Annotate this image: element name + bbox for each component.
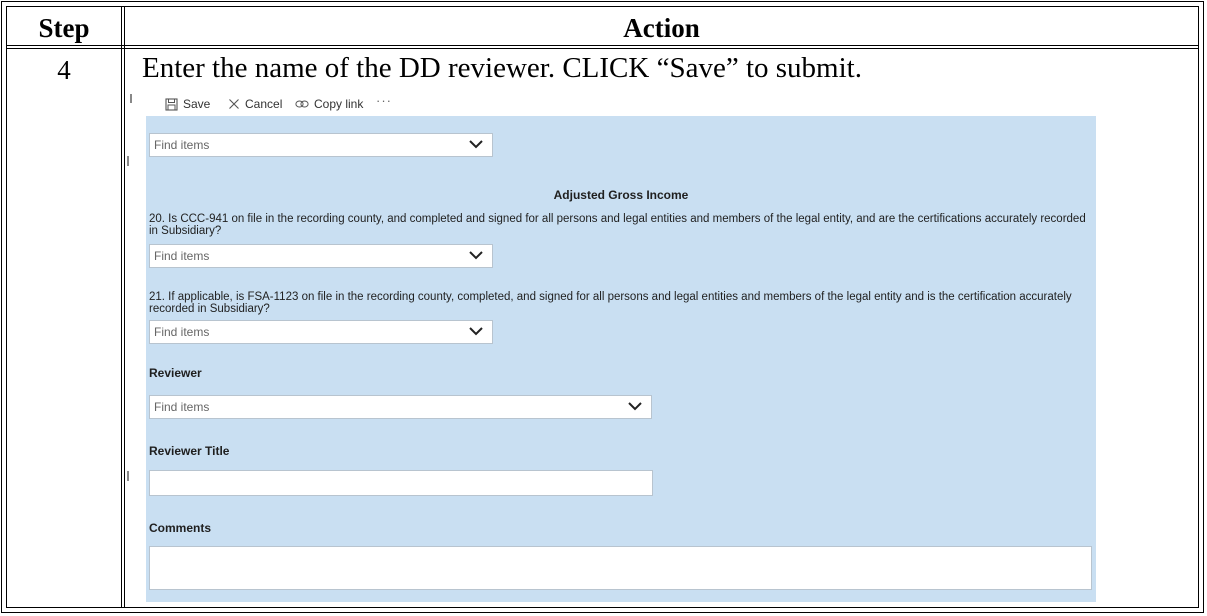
reviewer-title-label: Reviewer Title: [149, 444, 230, 458]
reviewer-title-field[interactable]: [149, 470, 653, 496]
question-21-dropdown[interactable]: Find items: [149, 320, 493, 344]
top-dropdown-placeholder: Find items: [154, 138, 210, 152]
chevron-down-icon: [628, 402, 642, 411]
copy-link-label: Copy link: [314, 97, 364, 111]
more-icon: ···: [376, 93, 392, 108]
chevron-down-icon: [469, 251, 483, 260]
embedded-form-screenshot: Save Cancel Copy link ··· Find items Adj…: [125, 86, 1097, 602]
save-button[interactable]: Save: [165, 97, 210, 111]
cancel-icon: [229, 99, 239, 109]
save-label: Save: [183, 97, 211, 111]
question-20-placeholder: Find items: [154, 249, 210, 263]
reviewer-label: Reviewer: [149, 366, 202, 380]
chevron-down-icon: [469, 327, 483, 336]
header-action: Action: [623, 13, 700, 43]
save-icon: [165, 97, 178, 111]
comments-field[interactable]: [149, 546, 1092, 590]
step-number: 4: [57, 55, 71, 85]
section-title: Adjusted Gross Income: [553, 188, 689, 202]
reviewer-dropdown[interactable]: Find items: [149, 395, 652, 419]
side-tick: [127, 156, 129, 166]
side-tick: [127, 471, 129, 481]
more-button[interactable]: ···: [376, 93, 392, 108]
top-dropdown[interactable]: Find items: [149, 133, 493, 157]
cancel-button[interactable]: Cancel: [228, 97, 282, 111]
question-20-dropdown[interactable]: Find items: [149, 244, 493, 268]
toolbar-tick: [130, 94, 132, 103]
step-instruction: Enter the name of the DD reviewer. CLICK…: [142, 52, 862, 84]
reviewer-placeholder: Find items: [154, 400, 210, 414]
question-21: 21. If applicable, is FSA-1123 on file i…: [149, 291, 1072, 315]
comments-label: Comments: [149, 521, 212, 535]
chevron-down-icon: [469, 140, 483, 149]
cancel-label: Cancel: [245, 97, 283, 111]
copy-link-button[interactable]: Copy link: [295, 97, 363, 111]
form-panel: Find items Adjusted Gross Income 20. Is …: [146, 116, 1096, 602]
question-21-placeholder: Find items: [154, 325, 210, 339]
header-step: Step: [38, 13, 90, 43]
copy-link-icon: [295, 100, 309, 108]
question-20: 20. Is CCC-941 on file in the recording …: [149, 213, 1086, 237]
